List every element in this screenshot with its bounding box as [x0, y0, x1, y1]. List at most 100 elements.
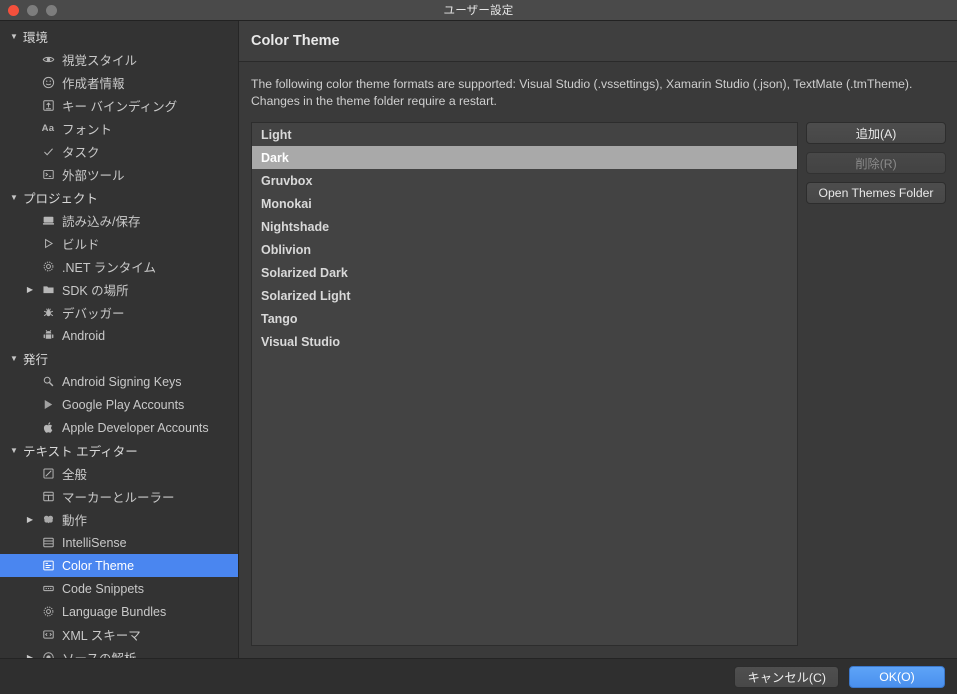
- terminal-icon: [38, 168, 58, 181]
- sidebar-item-label: 視覚スタイル: [62, 54, 138, 68]
- eye-icon: [38, 53, 58, 66]
- sidebar-item-label: Google Play Accounts: [62, 397, 185, 412]
- open-themes-folder-button[interactable]: Open Themes Folder: [806, 182, 946, 204]
- theme-list-item[interactable]: Tango: [252, 307, 797, 330]
- brain-icon: [38, 513, 58, 526]
- google-play-icon: [38, 398, 58, 411]
- sidebar-item-label: Language Bundles: [62, 604, 167, 619]
- sidebar-item-[interactable]: ▼ 発行: [0, 347, 238, 370]
- sidebar-item-label: IntelliSense: [62, 535, 127, 550]
- smiley-icon: [38, 76, 58, 89]
- sidebar-item-[interactable]: ビルド: [0, 232, 238, 255]
- remove-theme-button: 削除(R): [806, 152, 946, 174]
- sidebar-item-intellisense[interactable]: IntelliSense: [0, 531, 238, 554]
- folder-icon: [38, 283, 58, 296]
- sidebar-item-[interactable]: ▶ ソースの解析: [0, 646, 238, 658]
- sidebar-item-[interactable]: デバッガー: [0, 301, 238, 324]
- sidebar-item-color-theme[interactable]: Color Theme: [0, 554, 238, 577]
- window-titlebar: ユーザー設定: [0, 0, 957, 21]
- theme-list-item[interactable]: Dark: [252, 146, 797, 169]
- sidebar-item-[interactable]: ▶ 動作: [0, 508, 238, 531]
- sidebar-item-[interactable]: Aa フォント: [0, 117, 238, 140]
- gear-icon: [38, 260, 58, 273]
- sidebar-item-[interactable]: タスク: [0, 140, 238, 163]
- chevron-right-icon[interactable]: ▶: [22, 285, 38, 294]
- sidebar-item-apple-developer-accounts[interactable]: Apple Developer Accounts: [0, 416, 238, 439]
- build-play-icon: [38, 237, 58, 250]
- sidebar-item-[interactable]: 視覚スタイル: [0, 48, 238, 71]
- sidebar-item-label: 動作: [62, 514, 88, 528]
- theme-list-item[interactable]: Oblivion: [252, 238, 797, 261]
- grid-icon: [38, 490, 58, 503]
- zoom-window-icon[interactable]: [46, 4, 57, 16]
- sidebar-item-code-snippets[interactable]: Code Snippets: [0, 577, 238, 600]
- sidebar-item-label: ビルド: [62, 238, 100, 252]
- sidebar-item-[interactable]: ▼ プロジェクト: [0, 186, 238, 209]
- settings-content-panel: Color Theme The following color theme fo…: [239, 21, 957, 658]
- chevron-down-icon[interactable]: ▼: [6, 446, 22, 455]
- theme-list-item[interactable]: Nightshade: [252, 215, 797, 238]
- theme-chooser-area: Light Dark Gruvbox Monokai Nightshade Oblivio…: [251, 122, 946, 658]
- page-title: Color Theme: [251, 33, 340, 49]
- theme-list-item[interactable]: Solarized Dark: [252, 261, 797, 284]
- android-icon: [38, 329, 58, 342]
- sidebar-item-[interactable]: 外部ツール: [0, 163, 238, 186]
- ok-button[interactable]: OK(O): [849, 665, 945, 688]
- settings-sidebar-tree[interactable]: ▼ 環境 視覚スタイル 作成者情報 キー バインディング Aa フォント タスク 外部ツール ▼ プ…: [0, 21, 239, 658]
- gear-icon: [38, 605, 58, 618]
- sidebar-item-language-bundles[interactable]: Language Bundles: [0, 600, 238, 623]
- minimize-window-icon[interactable]: [27, 4, 38, 16]
- sidebar-item-[interactable]: 作成者情報: [0, 71, 238, 94]
- keybinding-icon: [38, 99, 58, 112]
- theme-list[interactable]: Light Dark Gruvbox Monokai Nightshade Oblivio…: [251, 122, 798, 646]
- theme-list-item[interactable]: Monokai: [252, 192, 797, 215]
- traffic-light-group: [8, 0, 57, 20]
- sidebar-item-label: .NET ランタイム: [62, 261, 156, 275]
- sidebar-item-label: テキスト エディター: [23, 445, 138, 459]
- sidebar-item-label: キー バインディング: [62, 100, 178, 114]
- theme-list-item[interactable]: Light: [252, 123, 797, 146]
- chevron-down-icon[interactable]: ▼: [6, 354, 22, 363]
- content-main: The following color theme formats are su…: [239, 62, 957, 658]
- color-theme-description: The following color theme formats are su…: [251, 77, 913, 108]
- sidebar-item-android-signing-keys[interactable]: Android Signing Keys: [0, 370, 238, 393]
- sidebar-item-google-play-accounts[interactable]: Google Play Accounts: [0, 393, 238, 416]
- user-settings-window: ユーザー設定 ▼ 環境 視覚スタイル 作成者情報 キー バインディング Aa フォント タスク…: [0, 0, 957, 694]
- sidebar-item-[interactable]: ▼ テキスト エディター: [0, 439, 238, 462]
- sidebar-item-label: 外部ツール: [62, 169, 125, 183]
- sidebar-item-xml[interactable]: XML スキーマ: [0, 623, 238, 646]
- chevron-right-icon[interactable]: ▶: [22, 653, 38, 658]
- chevron-down-icon[interactable]: ▼: [6, 32, 22, 41]
- sidebar-item-net[interactable]: .NET ランタイム: [0, 255, 238, 278]
- content-header: Color Theme: [239, 21, 957, 62]
- theme-list-item[interactable]: Solarized Light: [252, 284, 797, 307]
- window-title: ユーザー設定: [443, 5, 514, 17]
- sidebar-item-label: プロジェクト: [23, 192, 99, 206]
- sidebar-item-[interactable]: マーカーとルーラー: [0, 485, 238, 508]
- theme-list-item[interactable]: Visual Studio: [252, 330, 797, 353]
- sidebar-item-label: タスク: [62, 146, 100, 160]
- add-theme-button[interactable]: 追加(A): [806, 122, 946, 144]
- font-aa-icon: Aa: [41, 123, 55, 134]
- code-tag-icon: [38, 628, 58, 641]
- sidebar-item-android[interactable]: Android: [0, 324, 238, 347]
- sidebar-item-label: 読み込み/保存: [62, 215, 141, 229]
- sidebar-item-label: 全般: [62, 468, 88, 482]
- sidebar-item-sdk[interactable]: ▶ SDK の場所: [0, 278, 238, 301]
- sidebar-item-label: デバッガー: [62, 307, 125, 321]
- sidebar-item-[interactable]: 読み込み/保存: [0, 209, 238, 232]
- sidebar-item-label: Android Signing Keys: [62, 374, 182, 389]
- close-window-icon[interactable]: [8, 4, 19, 16]
- chevron-down-icon[interactable]: ▼: [6, 193, 22, 202]
- sidebar-item-[interactable]: キー バインディング: [0, 94, 238, 117]
- chevron-right-icon[interactable]: ▶: [22, 515, 38, 524]
- sidebar-item-label: 環境: [23, 31, 49, 45]
- theme-action-buttons: 追加(A) 削除(R) Open Themes Folder: [798, 122, 946, 646]
- theme-list-item[interactable]: Gruvbox: [252, 169, 797, 192]
- check-icon: [38, 145, 58, 158]
- sidebar-item-[interactable]: 全般: [0, 462, 238, 485]
- cancel-button[interactable]: キャンセル(C): [734, 665, 839, 688]
- sidebar-item-label: フォント: [62, 123, 113, 137]
- target-icon: [38, 651, 58, 658]
- sidebar-item-[interactable]: ▼ 環境: [0, 25, 238, 48]
